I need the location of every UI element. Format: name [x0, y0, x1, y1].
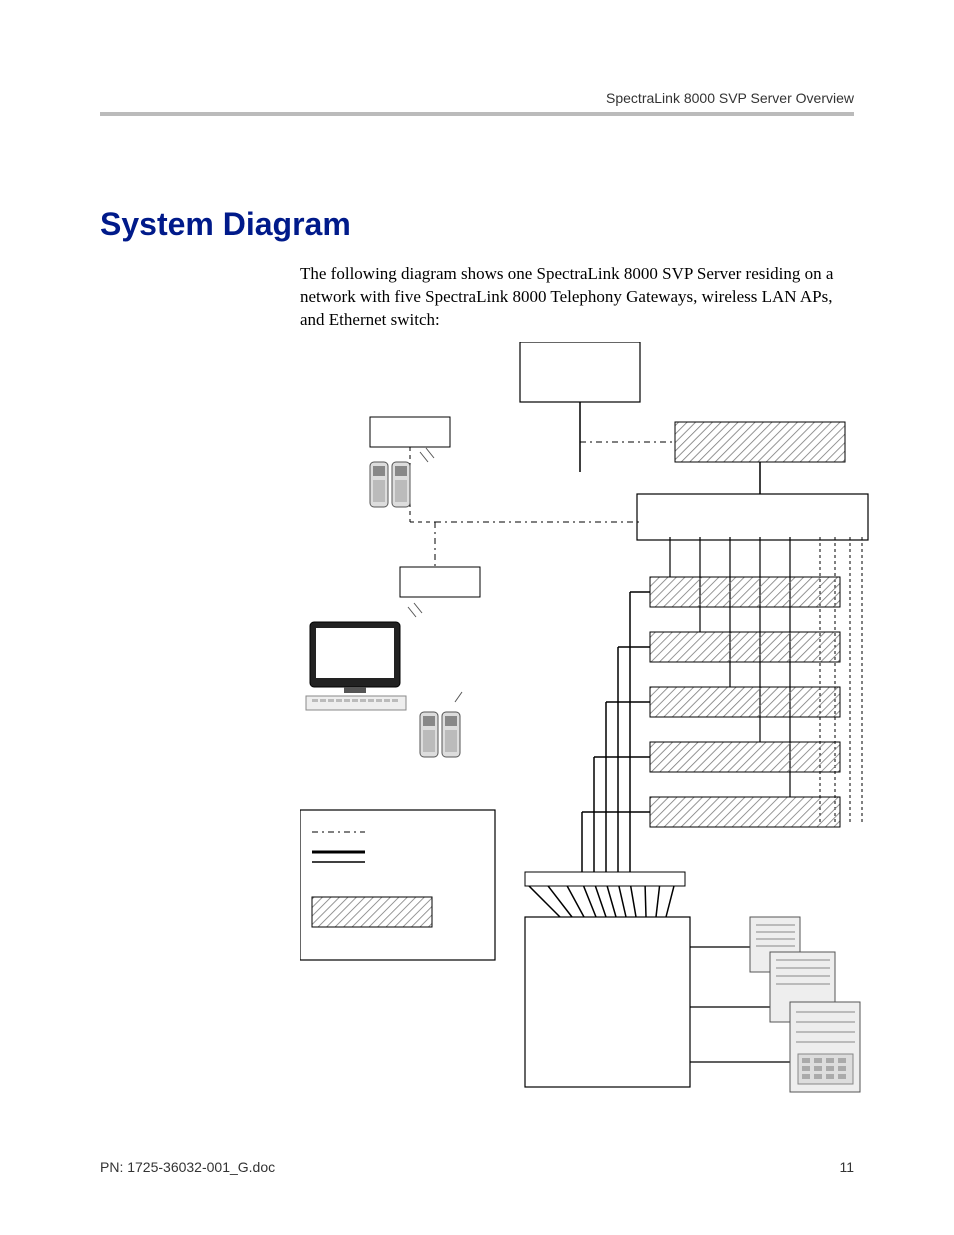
- page-footer: PN: 1725-36032-001_G.doc 11: [100, 1159, 854, 1175]
- page-header: SpectraLink 8000 SVP Server Overview: [100, 90, 854, 116]
- section-title: System Diagram: [100, 206, 854, 243]
- footer-pagenum: 11: [839, 1159, 854, 1175]
- intro-paragraph: The following diagram shows one SpectraL…: [300, 263, 834, 332]
- document-page: SpectraLink 8000 SVP Server Overview Sys…: [0, 0, 954, 1235]
- system-diagram: [300, 342, 870, 1112]
- footer-docref: PN: 1725-36032-001_G.doc: [100, 1159, 275, 1175]
- header-text: SpectraLink 8000 SVP Server Overview: [606, 90, 854, 106]
